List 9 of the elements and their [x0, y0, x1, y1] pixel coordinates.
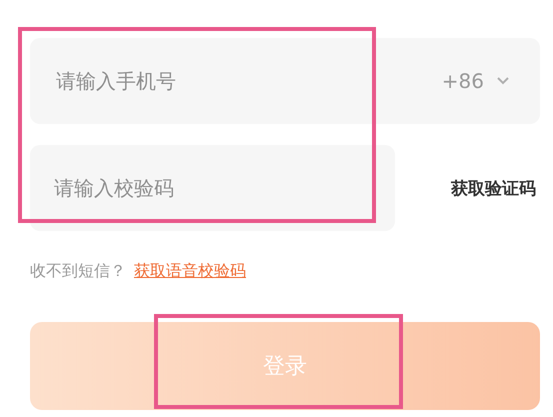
country-code-selector[interactable]: +86 — [436, 68, 516, 94]
phone-input[interactable]: 请输入手机号 — [54, 68, 436, 94]
hint-text: 收不到短信？ — [30, 261, 126, 282]
login-button[interactable]: 登录 — [30, 322, 540, 410]
chevron-down-icon — [496, 76, 510, 86]
phone-field[interactable]: 请输入手机号 +86 — [30, 38, 540, 124]
get-code-button[interactable]: 获取验证码 — [395, 176, 540, 200]
voice-code-link[interactable]: 获取语音校验码 — [134, 261, 246, 282]
code-field[interactable]: 请输入校验码 — [30, 145, 395, 231]
